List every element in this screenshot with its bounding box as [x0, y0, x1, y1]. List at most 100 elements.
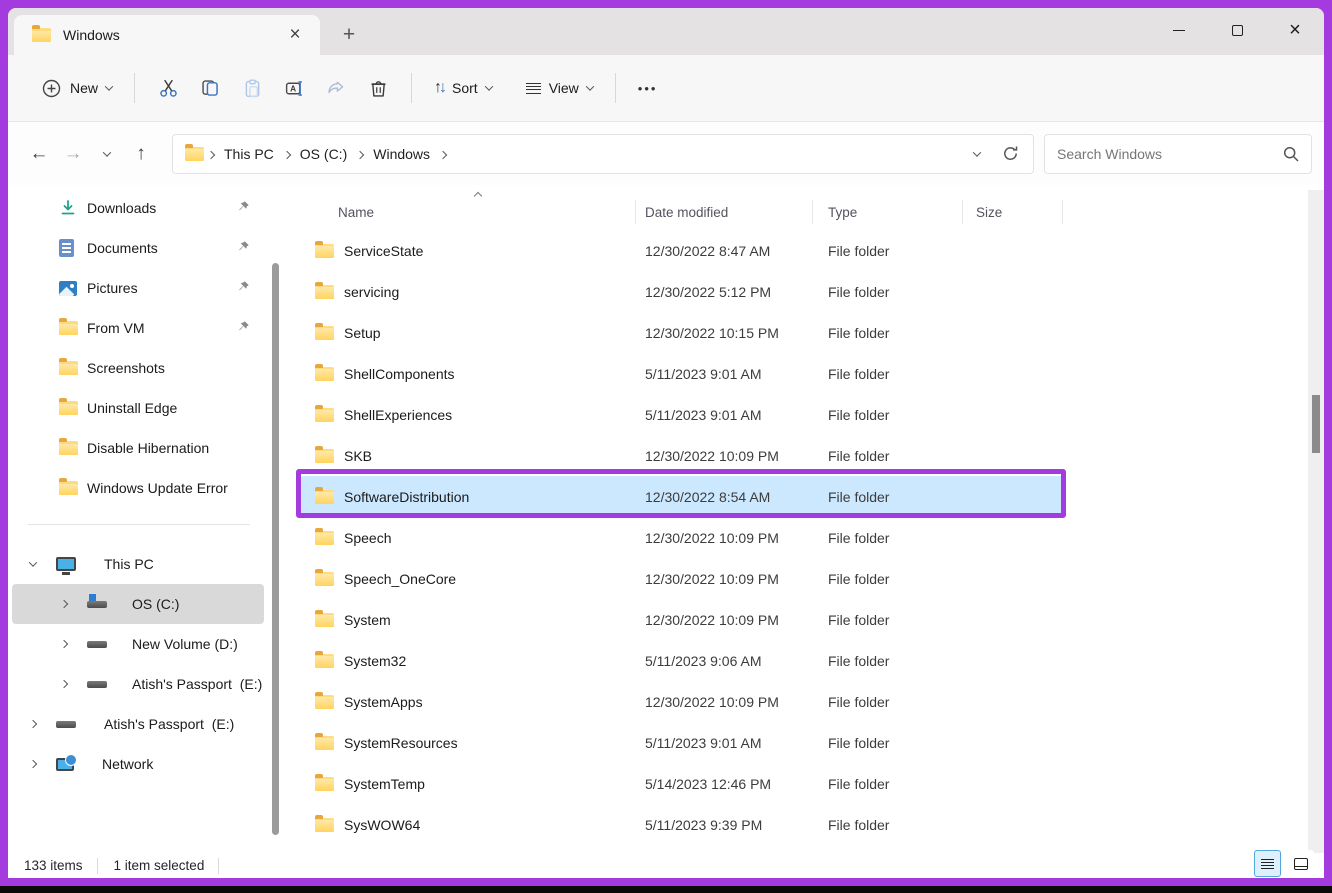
copy-button[interactable] — [189, 69, 231, 107]
recent-locations-button[interactable] — [90, 137, 124, 171]
folder-icon — [315, 572, 334, 586]
file-rows: ServiceState 12/30/2022 8:47 AM File fol… — [300, 230, 1066, 853]
sort-button[interactable]: ↑↓ Sort — [424, 71, 502, 105]
folder-icon — [32, 28, 51, 42]
table-row[interactable]: ServiceState 12/30/2022 8:47 AM File fol… — [300, 230, 1066, 271]
main-area: Downloads Documents Pictures — [8, 185, 1324, 853]
file-name: System32 — [344, 653, 406, 669]
table-row[interactable]: System 12/30/2022 10:09 PM File folder — [300, 599, 1066, 640]
column-header-type[interactable]: Type — [813, 198, 963, 226]
chevron-down-icon — [103, 148, 111, 156]
search-icon[interactable] — [1283, 146, 1299, 162]
minimize-button[interactable] — [1150, 8, 1208, 52]
address-dropdown-chevron-icon[interactable] — [973, 148, 981, 156]
folder-icon — [315, 285, 334, 299]
file-type: File folder — [813, 571, 963, 587]
table-row[interactable]: SKB 12/30/2022 10:09 PM File folder — [300, 435, 1066, 476]
breadcrumb-windows[interactable]: Windows — [367, 142, 436, 166]
sidebar-item-disable-hibernation[interactable]: Disable Hibernation — [12, 428, 264, 468]
drive-icon — [87, 681, 107, 688]
sidebar-item-atishs-passport-e-2[interactable]: Atish's Passport (E:) — [12, 704, 264, 744]
share-icon — [325, 77, 347, 99]
column-header-date-modified[interactable]: Date modified — [636, 198, 813, 226]
delete-button[interactable] — [357, 69, 399, 107]
sidebar-item-uninstall-edge[interactable]: Uninstall Edge — [12, 388, 264, 428]
file-name: SystemTemp — [344, 776, 425, 792]
view-button[interactable]: View — [516, 72, 603, 104]
chevron-collapsed-icon[interactable] — [29, 720, 37, 728]
pin-icon — [237, 240, 250, 253]
table-row[interactable]: System32 5/11/2023 9:06 AM File folder — [300, 640, 1066, 681]
chevron-expanded-icon[interactable] — [29, 558, 37, 566]
table-row[interactable]: TAPI 12/30/2022 10:09 PM File folder — [300, 845, 1066, 853]
breadcrumb-this-pc[interactable]: This PC — [218, 142, 280, 166]
scrollbar-thumb[interactable] — [1312, 395, 1320, 453]
sidebar-item-screenshots[interactable]: Screenshots — [12, 348, 264, 388]
table-row[interactable]: SysWOW64 5/11/2023 9:39 PM File folder — [300, 804, 1066, 845]
chevron-collapsed-icon[interactable] — [60, 600, 68, 608]
sidebar-item-documents[interactable]: Documents — [12, 228, 264, 268]
explorer-tab-windows[interactable]: Windows × — [14, 15, 320, 55]
table-row[interactable]: Setup 12/30/2022 10:15 PM File folder — [300, 312, 1066, 353]
file-list-scrollbar[interactable] — [1308, 190, 1324, 853]
more-options-button[interactable]: ••• — [628, 73, 668, 104]
chevron-collapsed-icon[interactable] — [29, 760, 37, 768]
maximize-button[interactable] — [1208, 8, 1266, 52]
plus-circle-icon — [40, 77, 62, 99]
sidebar-item-pictures[interactable]: Pictures — [12, 268, 264, 308]
details-view-icon — [1261, 859, 1274, 869]
table-row[interactable]: Speech 12/30/2022 10:09 PM File folder — [300, 517, 1066, 558]
file-date: 5/11/2023 9:01 AM — [636, 407, 813, 423]
new-tab-button[interactable]: + — [334, 20, 364, 50]
table-row[interactable]: servicing 12/30/2022 5:12 PM File folder — [300, 271, 1066, 312]
table-row-selected-softwaredistribution[interactable]: SoftwareDistribution 12/30/2022 8:54 AM … — [300, 476, 1066, 517]
paste-icon — [241, 77, 263, 99]
table-row[interactable]: ShellExperiences 5/11/2023 9:01 AM File … — [300, 394, 1066, 435]
column-header-size[interactable]: Size — [963, 198, 1063, 226]
chevron-collapsed-icon[interactable] — [60, 640, 68, 648]
chevron-collapsed-icon[interactable] — [60, 680, 68, 688]
paste-button[interactable] — [231, 69, 273, 107]
toolbar-separator — [411, 73, 412, 103]
sidebar-item-downloads[interactable]: Downloads — [12, 188, 264, 228]
navigation-pane: Downloads Documents Pictures — [8, 185, 268, 853]
file-name: SoftwareDistribution — [344, 489, 469, 505]
back-button[interactable]: ← — [22, 137, 56, 171]
search-box[interactable] — [1044, 134, 1312, 174]
file-type: File folder — [813, 817, 963, 833]
folder-icon — [315, 408, 334, 422]
share-button[interactable] — [315, 69, 357, 107]
sidebar-item-os-c[interactable]: OS (C:) — [12, 584, 264, 624]
toolbar-separator — [134, 73, 135, 103]
breadcrumb[interactable]: This PC OS (C:) Windows — [172, 134, 1034, 174]
cut-button[interactable] — [147, 69, 189, 107]
sidebar-item-this-pc[interactable]: This PC — [12, 544, 264, 584]
breadcrumb-os-c[interactable]: OS (C:) — [294, 142, 353, 166]
command-bar: New A — [8, 55, 1324, 122]
file-name: ShellExperiences — [344, 407, 452, 423]
table-row[interactable]: SystemApps 12/30/2022 10:09 PM File fold… — [300, 681, 1066, 722]
sidebar-item-network[interactable]: Network — [12, 744, 264, 784]
file-date: 5/14/2023 12:46 PM — [636, 776, 813, 792]
refresh-button[interactable] — [1002, 145, 1019, 162]
sidebar-item-from-vm[interactable]: From VM — [12, 308, 264, 348]
sidebar-item-new-volume-d[interactable]: New Volume (D:) — [12, 624, 264, 664]
chevron-down-icon — [105, 82, 113, 90]
tab-close-button[interactable]: × — [282, 22, 308, 48]
column-header-name[interactable]: Name — [300, 198, 636, 226]
details-view-button[interactable] — [1254, 850, 1281, 877]
table-row[interactable]: SystemTemp 5/14/2023 12:46 PM File folde… — [300, 763, 1066, 804]
close-button[interactable]: × — [1266, 8, 1324, 52]
table-row[interactable]: ShellComponents 5/11/2023 9:01 AM File f… — [300, 353, 1066, 394]
search-input[interactable] — [1057, 146, 1283, 162]
large-icons-view-button[interactable] — [1287, 850, 1314, 877]
sidebar-scrollbar[interactable] — [272, 263, 279, 835]
sidebar-item-windows-update-error[interactable]: Windows Update Error — [12, 468, 264, 508]
sidebar-item-atishs-passport-e[interactable]: Atish's Passport (E:) — [12, 664, 264, 704]
table-row[interactable]: SystemResources 5/11/2023 9:01 AM File f… — [300, 722, 1066, 763]
forward-button[interactable]: → — [56, 137, 90, 171]
table-row[interactable]: Speech_OneCore 12/30/2022 10:09 PM File … — [300, 558, 1066, 599]
up-button[interactable]: ↑ — [124, 137, 158, 171]
new-button[interactable]: New — [30, 69, 122, 107]
rename-button[interactable]: A — [273, 69, 315, 107]
